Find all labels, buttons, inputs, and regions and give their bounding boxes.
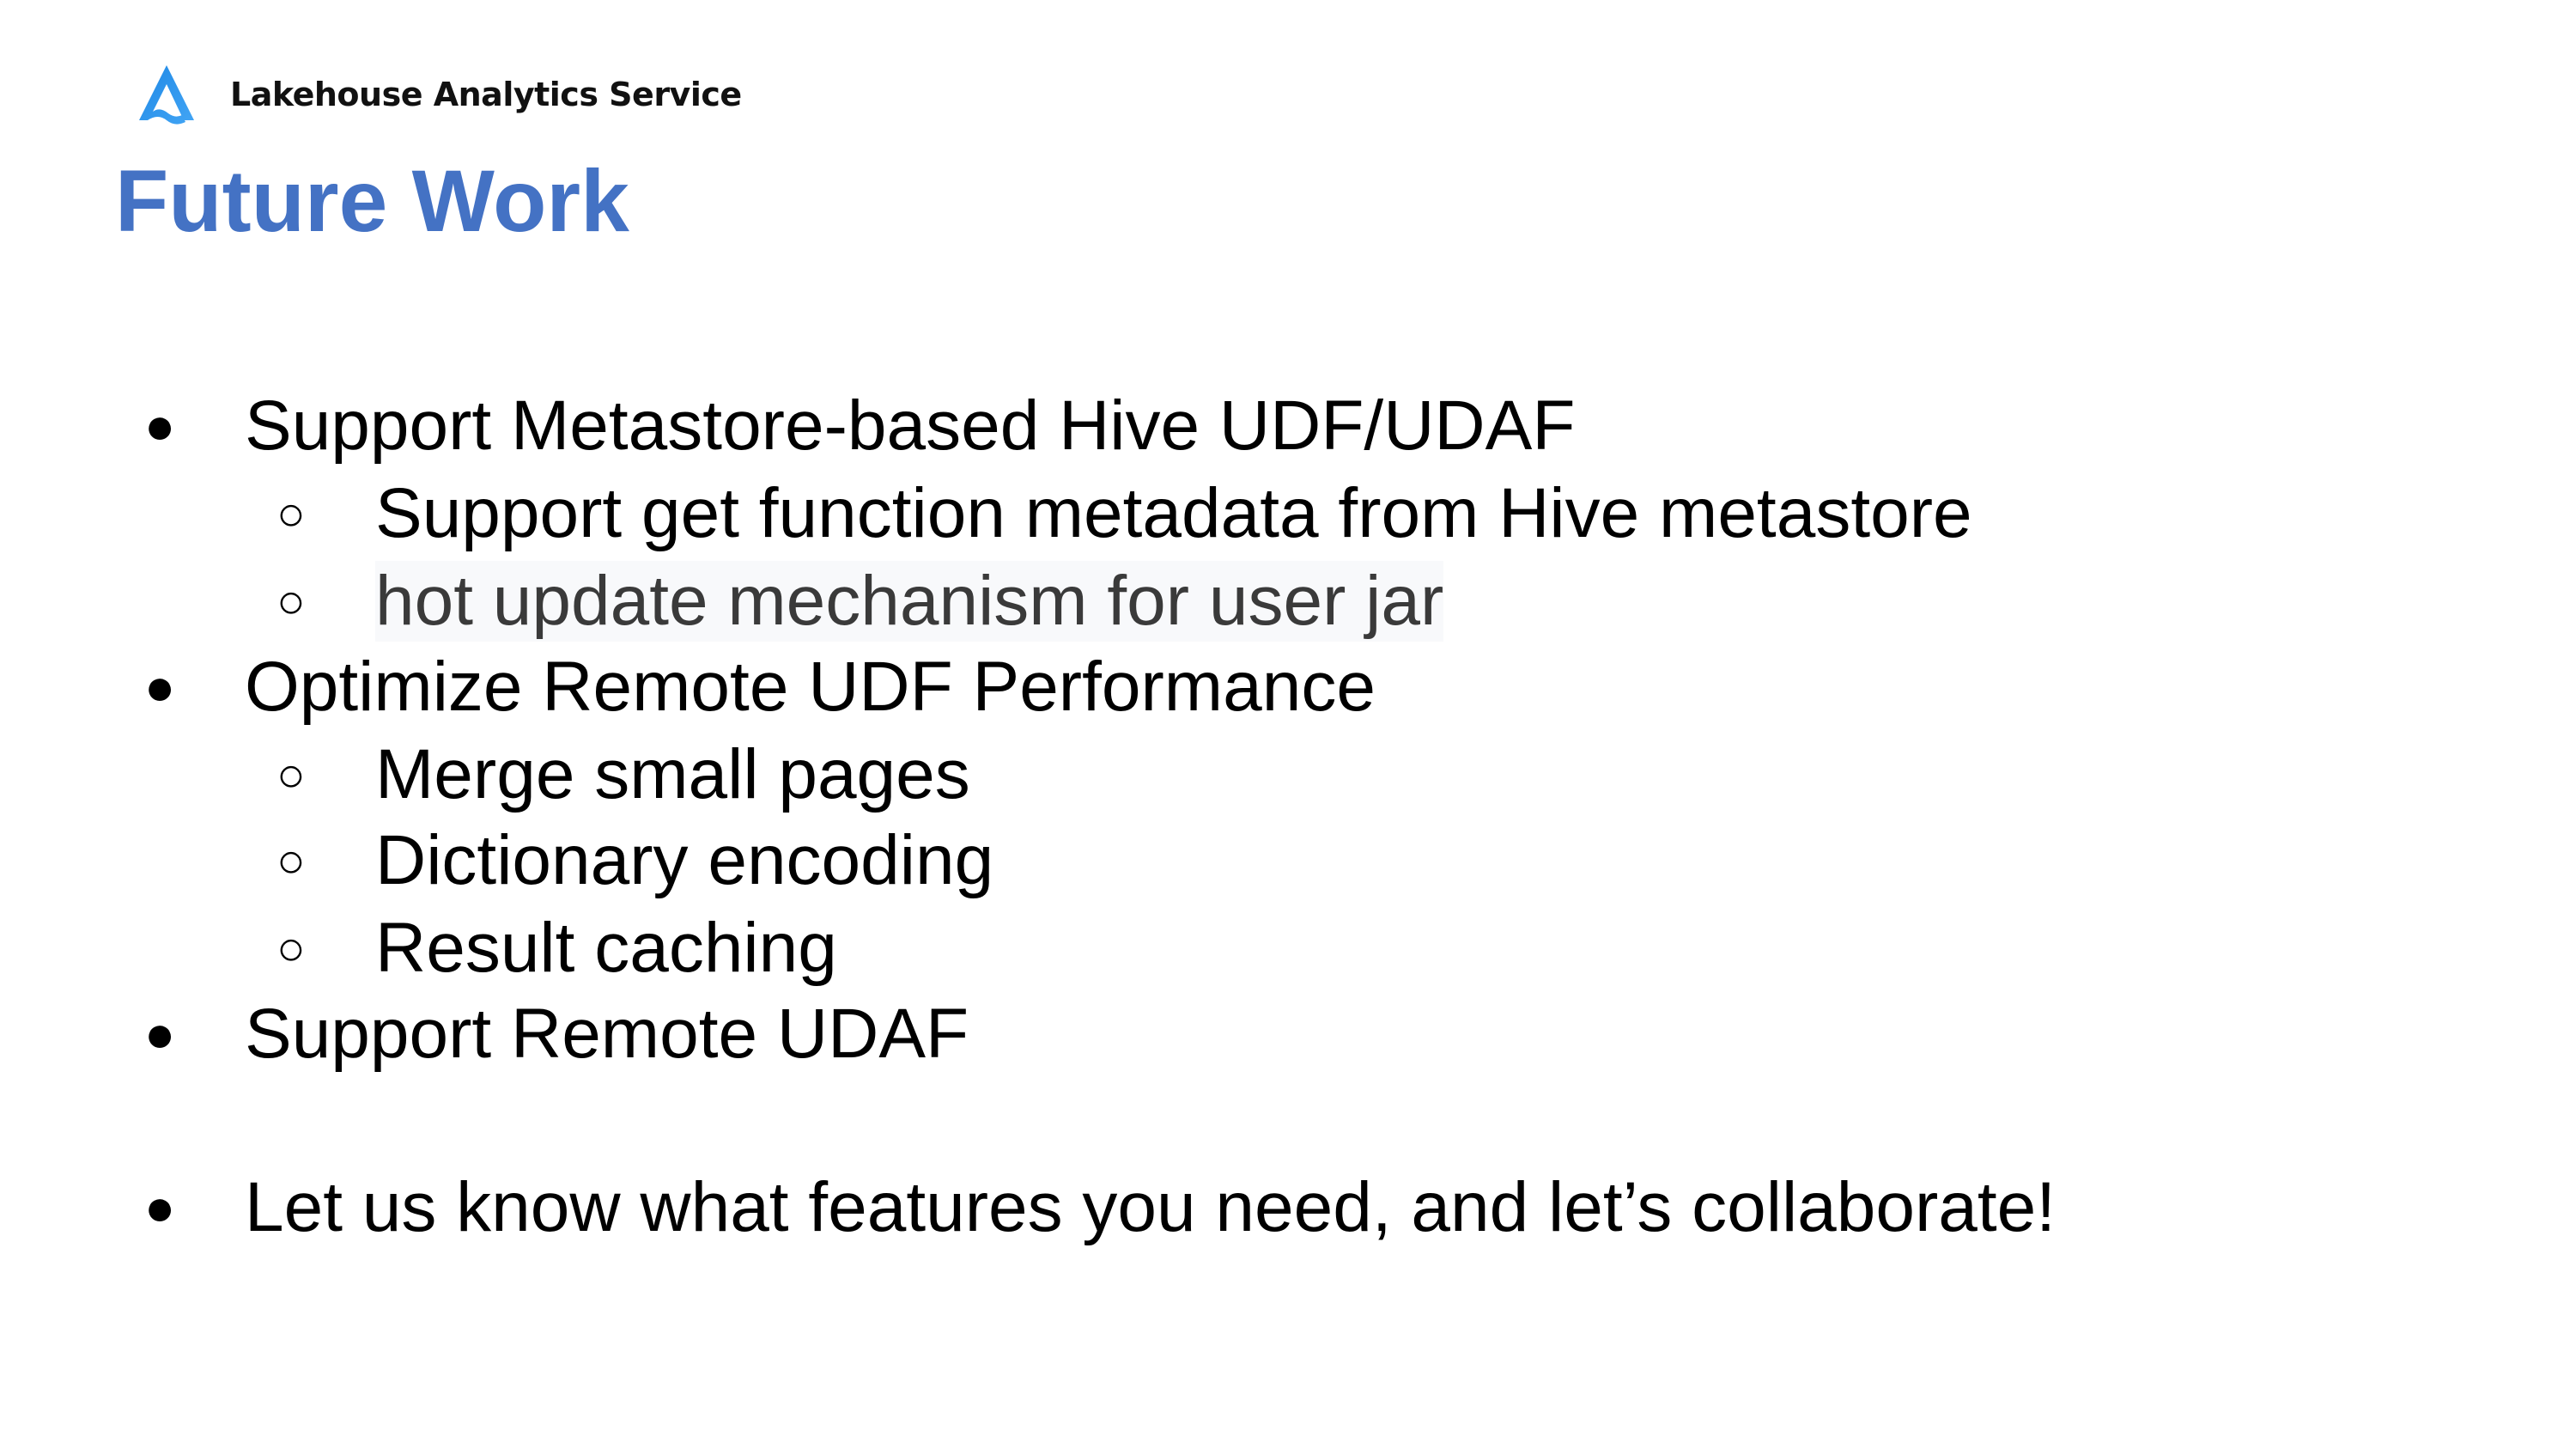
filled-bullet-icon: ● (144, 1005, 176, 1062)
slide-title: Future Work (115, 152, 629, 250)
hollow-bullet-icon: ○ (276, 921, 306, 975)
bullet-text: Optimize Remote UDF Performance (245, 648, 1376, 726)
bullet-text: Result caching (375, 909, 837, 987)
brand-name: Lakehouse Analytics Service (230, 76, 742, 113)
bullet-text: Dictionary encoding (375, 821, 994, 899)
bullet-text: Support get function metadata from Hive … (375, 474, 1972, 552)
filled-bullet-icon: ● (144, 397, 176, 454)
bullet-text: Let us know what features you need, and … (245, 1168, 2057, 1246)
triangle-wave-logo-icon (139, 65, 194, 125)
filled-bullet-icon: ● (144, 1178, 176, 1236)
hollow-bullet-icon: ○ (276, 747, 306, 801)
brand-header: Lakehouse Analytics Service (134, 62, 742, 127)
hollow-bullet-icon: ○ (276, 574, 306, 628)
bullet-text: Support Remote UDAF (245, 995, 969, 1073)
hollow-bullet-icon: ○ (276, 486, 306, 540)
bullet-text: hot update mechanism for user jar (375, 561, 1444, 642)
filled-bullet-icon: ● (144, 658, 176, 715)
hollow-bullet-icon: ○ (276, 833, 306, 887)
bullet-text: Support Metastore-based Hive UDF/UDAF (245, 387, 1576, 465)
slide: Lakehouse Analytics Service Future Work … (0, 0, 2576, 1449)
bullet-text: Merge small pages (375, 735, 970, 813)
